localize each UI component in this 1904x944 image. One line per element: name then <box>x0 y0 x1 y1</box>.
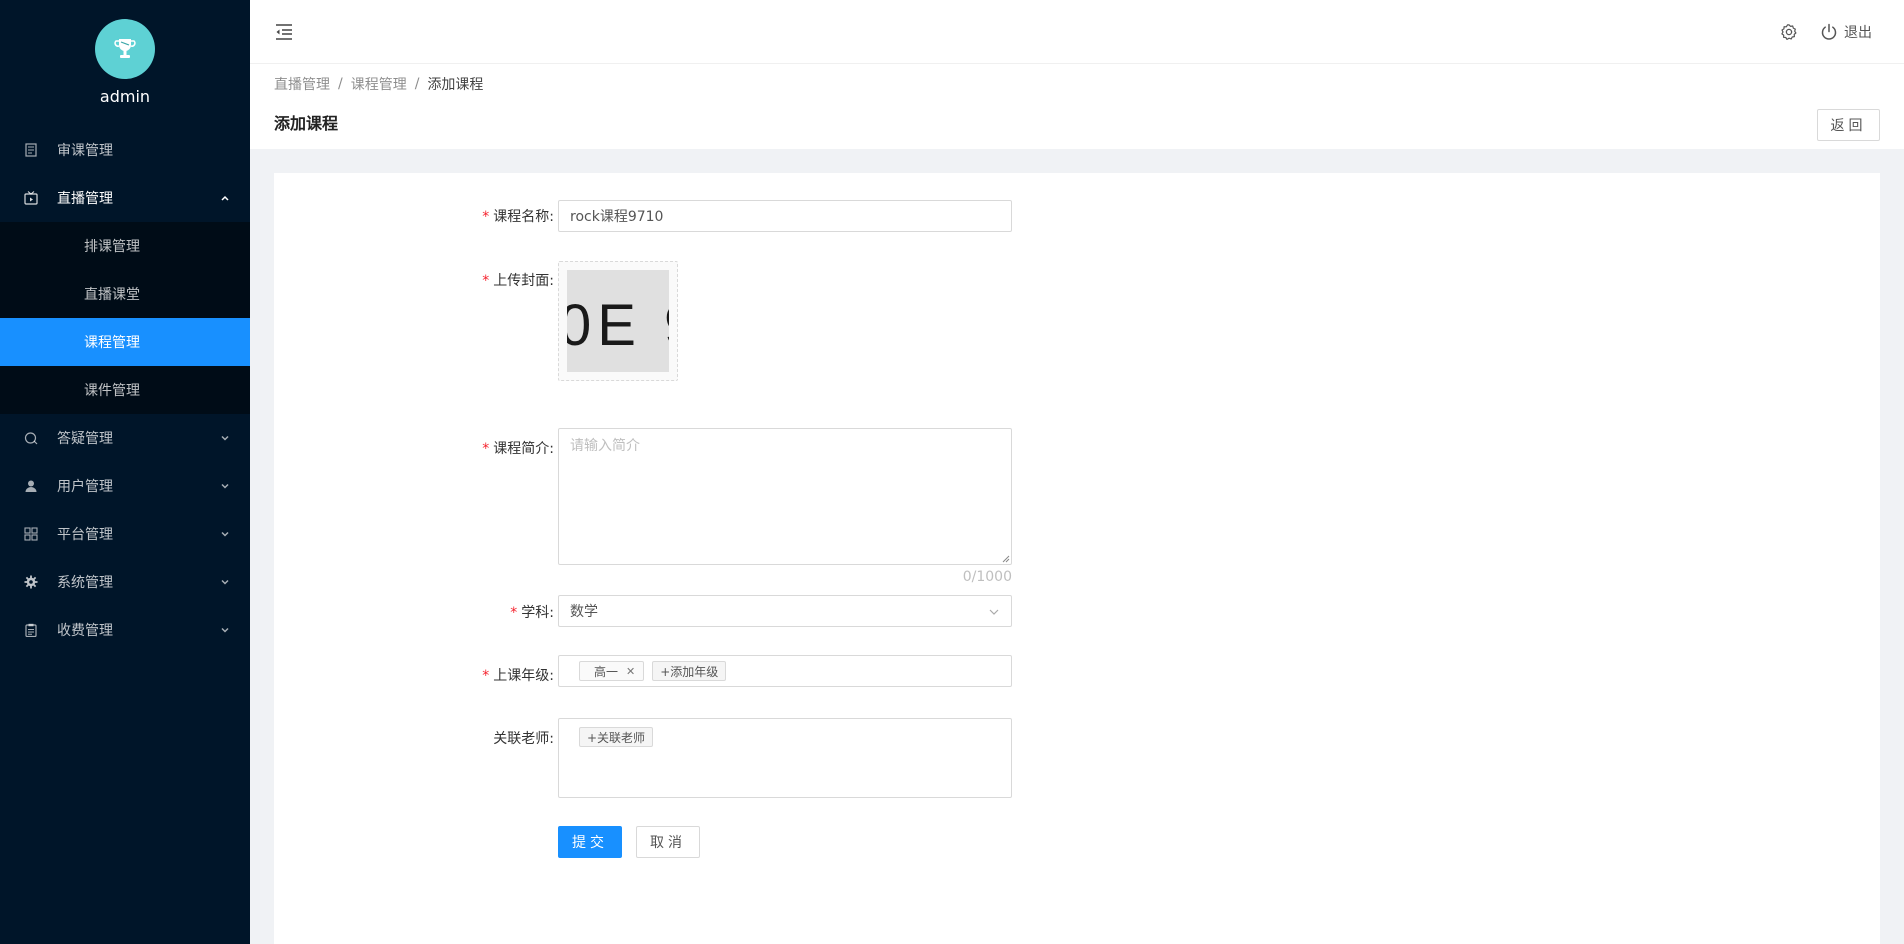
document-icon <box>24 143 38 157</box>
breadcrumb: 直播管理 / 课程管理 / 添加课程 <box>274 74 483 94</box>
breadcrumb-separator: / <box>414 76 420 92</box>
course-name-input[interactable]: rock课程9710 <box>558 200 1012 232</box>
required-mark: * <box>482 441 490 457</box>
chevron-down-icon <box>220 577 230 587</box>
sidebar-item-scheduling[interactable]: 排课管理 <box>0 222 250 270</box>
sidebar-item-course-management[interactable]: 课程管理 <box>0 318 250 366</box>
chevron-up-icon <box>220 193 230 203</box>
sidebar-item-label: 答疑管理 <box>57 431 113 447</box>
breadcrumb-item-live[interactable]: 直播管理 <box>274 74 330 94</box>
gear-icon <box>24 575 38 589</box>
sidebar-item-live-classroom[interactable]: 直播课堂 <box>0 270 250 318</box>
header-actions: 退出 <box>1780 0 1872 64</box>
sidebar-item-users[interactable]: 用户管理 <box>0 462 250 510</box>
breadcrumb-item-course[interactable]: 课程管理 <box>351 74 407 94</box>
sidebar-item-label: 平台管理 <box>57 527 113 543</box>
page-header: 直播管理 / 课程管理 / 添加课程 添加课程 返回 <box>250 64 1904 149</box>
profile: admin <box>0 0 250 126</box>
subject-value: 数学 <box>570 604 598 620</box>
cancel-button[interactable]: 取消 <box>636 826 700 858</box>
subject-select[interactable]: 数学 <box>558 595 1012 627</box>
add-grade-button[interactable]: +添加年级 <box>652 661 727 681</box>
submenu-live-management: 排课管理 直播课堂 课程管理 课件管理 <box>0 222 250 414</box>
chevron-down-icon <box>220 625 230 635</box>
sidebar-item-label: 收费管理 <box>57 623 113 639</box>
user-icon <box>24 479 38 493</box>
top-header: 退出 <box>250 0 1904 64</box>
sidebar-item-platform[interactable]: 平台管理 <box>0 510 250 558</box>
form-card: *课程名称: rock课程9710 *上传封面: 0E 9 *课程简介: 请输入… <box>274 173 1880 944</box>
required-mark: * <box>482 273 490 289</box>
sidebar-item-courseware[interactable]: 课件管理 <box>0 366 250 414</box>
required-mark: * <box>482 209 490 225</box>
sidebar-item-live-management[interactable]: 直播管理 <box>0 174 250 222</box>
grade-label: * 上课年级: <box>482 668 554 684</box>
question-chat-icon <box>24 431 38 445</box>
trophy-icon <box>114 39 136 58</box>
intro-placeholder: 请输入简介 <box>570 438 640 454</box>
subject-label: * 学科: <box>510 605 554 621</box>
cover-upload[interactable]: 0E 9 <box>558 261 678 381</box>
chevron-down-icon <box>220 433 230 443</box>
course-name-value: rock课程9710 <box>570 209 664 225</box>
sidebar-item-label: 系统管理 <box>57 575 113 591</box>
grade-tag: 高一 ✕ <box>579 661 645 681</box>
cover-image-text: 0E 9 <box>567 293 669 358</box>
close-icon[interactable]: ✕ <box>626 665 635 678</box>
avatar[interactable] <box>95 19 155 79</box>
submit-button[interactable]: 提交 <box>558 826 622 858</box>
course-name-label: * 课程名称: <box>482 209 554 225</box>
sidebar-item-qa[interactable]: 答疑管理 <box>0 414 250 462</box>
breadcrumb-separator: / <box>338 76 343 92</box>
teacher-tag-box: +关联老师 <box>558 718 1012 798</box>
settings-gear-icon[interactable] <box>1780 23 1798 41</box>
logout-label: 退出 <box>1844 25 1872 41</box>
back-button[interactable]: 返回 <box>1817 109 1880 141</box>
teacher-label: 关联老师: <box>493 731 554 747</box>
clipboard-icon <box>24 623 38 637</box>
chevron-down-icon <box>220 481 230 491</box>
sidebar-item-label: 直播管理 <box>57 191 113 207</box>
resize-handle-icon[interactable] <box>1002 555 1010 563</box>
intro-textarea[interactable]: 请输入简介 <box>558 428 1012 565</box>
sidebar-item-course-review[interactable]: 审课管理 <box>0 126 250 174</box>
cover-image: 0E 9 <box>567 270 669 372</box>
intro-char-counter: 0/1000 <box>962 569 1012 585</box>
sidebar-item-system[interactable]: 系统管理 <box>0 558 250 606</box>
live-tv-icon <box>24 191 38 205</box>
link-teacher-button[interactable]: +关联老师 <box>579 727 654 747</box>
username: admin <box>99 87 151 106</box>
required-mark: * <box>510 605 518 621</box>
cover-label: * 上传封面: <box>482 273 554 289</box>
sidebar: admin 审课管理 直播管理 排课管理 直播课堂 课程管理 课件管理 答疑管理 <box>0 0 250 944</box>
chevron-down-icon <box>989 609 999 615</box>
sidebar-item-label: 用户管理 <box>57 479 113 495</box>
page-title: 添加课程 <box>274 114 339 133</box>
intro-label: * 课程简介: <box>482 441 554 457</box>
menu-fold-icon[interactable] <box>274 22 294 42</box>
required-mark: * <box>482 668 490 684</box>
logout-button[interactable]: 退出 <box>1820 22 1872 42</box>
breadcrumb-item-current: 添加课程 <box>427 77 484 93</box>
power-icon <box>1821 23 1837 40</box>
chevron-down-icon <box>220 529 230 539</box>
grade-tag-box: 高一 ✕ +添加年级 <box>558 655 1012 687</box>
sidebar-item-label: 审课管理 <box>57 143 113 159</box>
grade-tag-label: 高一 <box>594 664 619 679</box>
grid-icon <box>24 527 38 541</box>
sidebar-item-billing[interactable]: 收费管理 <box>0 606 250 654</box>
